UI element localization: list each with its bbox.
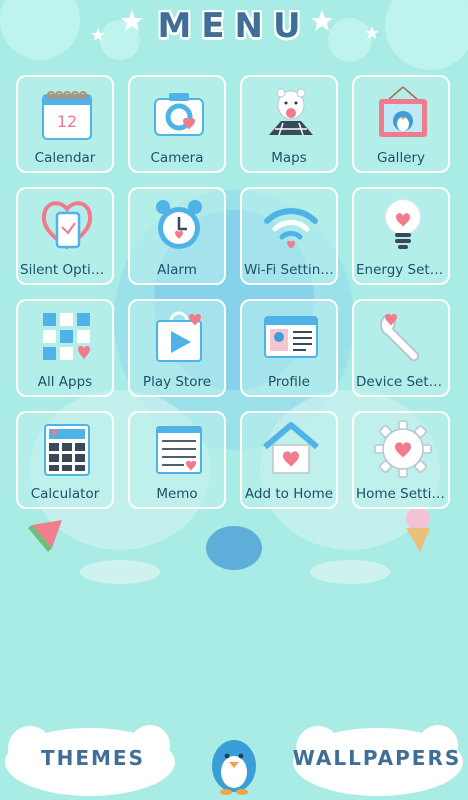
app-tile-all-apps[interactable]: All Apps [16, 299, 114, 397]
app-tile-device-settings[interactable]: Device Settings [352, 299, 450, 397]
calendar-icon: 12 [42, 91, 92, 140]
app-label: Play Store [142, 374, 212, 390]
map-icon [269, 88, 313, 136]
wallpapers-button-label: WALLPAPERS [292, 746, 462, 770]
alarm-clock-icon [156, 200, 202, 249]
app-tile-calendar[interactable]: 12 Calendar [16, 75, 114, 173]
app-label: Device Settings [356, 374, 446, 390]
themes-button-label: THEMES [40, 746, 145, 770]
light-bulb-icon [384, 198, 422, 249]
app-grid: 12 Calendar Camera Maps Gallery Silent O… [16, 75, 452, 515]
gallery-icon [379, 86, 427, 137]
wrench-icon [380, 313, 420, 362]
app-label: All Apps [37, 374, 93, 390]
themes-button[interactable]: THEMES [10, 728, 176, 792]
app-tile-energy-settings[interactable]: Energy Settings [352, 187, 450, 285]
wallpapers-button[interactable]: WALLPAPERS [292, 728, 462, 792]
wifi-icon [264, 208, 318, 249]
calendar-date-number: 12 [57, 112, 77, 131]
play-store-icon [156, 311, 202, 362]
page-title: MENU [157, 6, 311, 46]
app-label: Add to Home [244, 486, 334, 502]
app-tile-silent-options[interactable]: Silent Options [16, 187, 114, 285]
app-label: Home Settings [356, 486, 446, 502]
app-tile-profile[interactable]: Profile [240, 299, 338, 397]
penguin-mascot [212, 740, 256, 795]
app-label: Profile [268, 374, 310, 390]
app-grid-icon [43, 313, 90, 360]
house-icon [263, 422, 319, 474]
watermelon-decoration [28, 520, 62, 552]
app-tile-calculator[interactable]: Calculator [16, 411, 114, 509]
app-tile-memo[interactable]: Memo [128, 411, 226, 509]
app-tile-add-to-home[interactable]: Add to Home [240, 411, 338, 509]
app-label: Wi-Fi Settings [244, 262, 334, 278]
app-tile-alarm[interactable]: Alarm [128, 187, 226, 285]
profile-card-icon [264, 316, 318, 358]
app-tile-gallery[interactable]: Gallery [352, 75, 450, 173]
app-label: Calculator [30, 486, 100, 502]
app-tile-home-settings[interactable]: Home Settings [352, 411, 450, 509]
app-label: Gallery [376, 150, 426, 166]
app-label: Maps [271, 150, 307, 166]
app-label: Calendar [34, 150, 96, 166]
silent-phone-icon [41, 201, 93, 250]
memo-icon [156, 426, 202, 474]
app-label: Silent Options [20, 262, 110, 278]
camera-icon [154, 93, 204, 136]
app-label: Memo [156, 486, 198, 502]
app-tile-play-store[interactable]: Play Store [128, 299, 226, 397]
app-tile-camera[interactable]: Camera [128, 75, 226, 173]
gear-icon [374, 420, 432, 478]
app-tile-maps[interactable]: Maps [240, 75, 338, 173]
calculator-icon [44, 424, 90, 476]
app-label: Camera [150, 150, 204, 166]
app-label: Energy Settings [356, 262, 446, 278]
app-tile-wifi-settings[interactable]: Wi-Fi Settings [240, 187, 338, 285]
app-label: Alarm [157, 262, 197, 278]
